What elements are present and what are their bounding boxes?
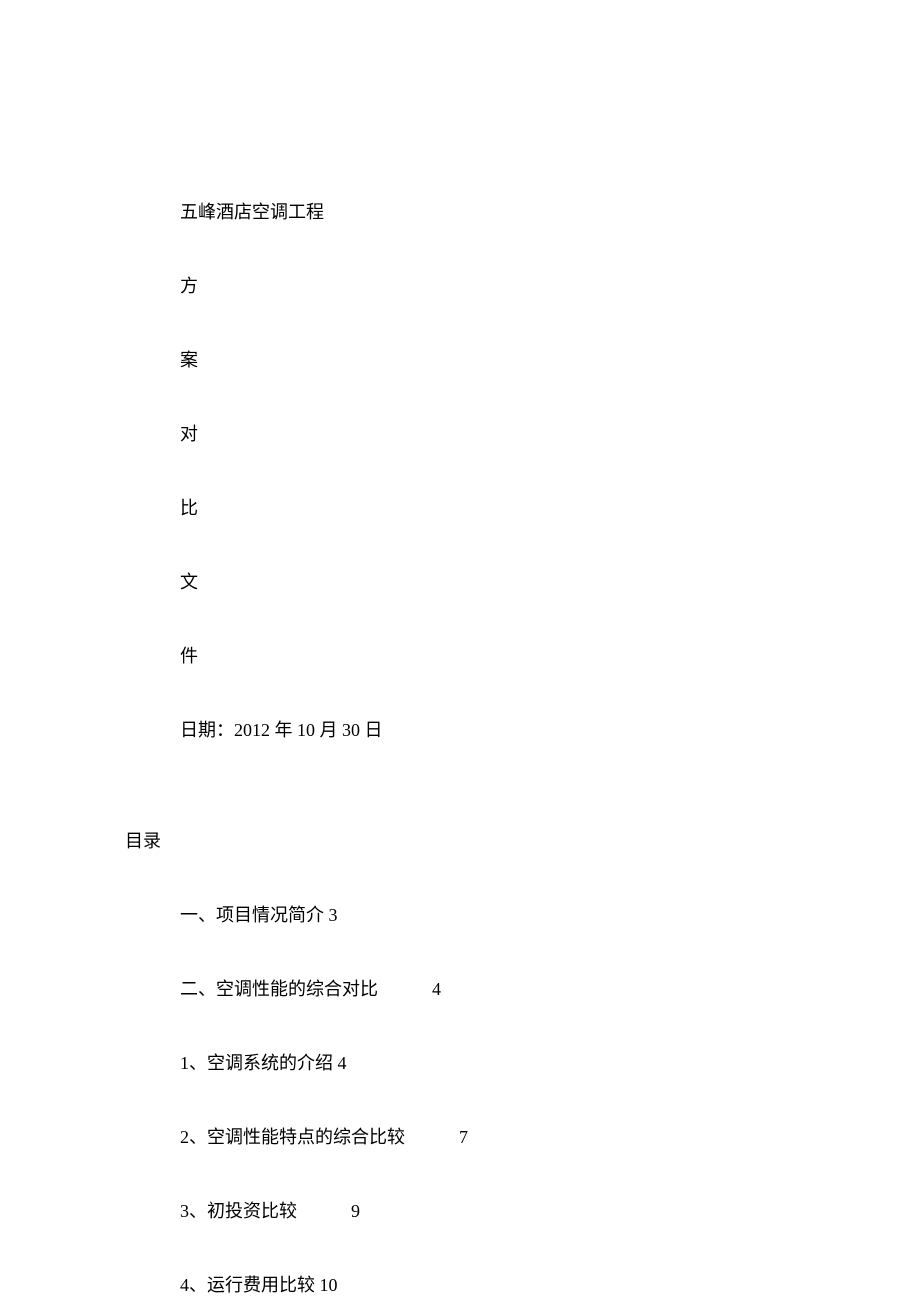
toc-item-1: 一、项目情况简介 3 — [180, 901, 920, 927]
toc-pagenum-1: 3 — [329, 905, 338, 926]
toc-pagenum-6: 10 — [320, 1275, 338, 1296]
vertical-char-2: 对 — [180, 420, 920, 446]
toc-text-4: 2、空调性能特点的综合比较 — [180, 1127, 405, 1147]
toc-item-3: 1、空调系统的介绍 4 — [180, 1049, 920, 1075]
document-content: 五峰酒店空调工程 方 案 对 比 文 件 日期：2012 年 10 月 30 日… — [0, 0, 920, 1297]
toc-header: 目录 — [125, 827, 920, 853]
vertical-char-1: 案 — [180, 346, 920, 372]
project-title: 五峰酒店空调工程 — [180, 198, 920, 224]
vertical-char-0: 方 — [180, 272, 920, 298]
vertical-char-5: 件 — [180, 642, 920, 668]
toc-pagenum-3: 4 — [338, 1053, 347, 1074]
toc-pagenum-4: 7 — [459, 1127, 468, 1148]
toc-pagenum-2: 4 — [432, 979, 441, 1000]
vertical-char-3: 比 — [180, 494, 920, 520]
toc-text-3: 1、空调系统的介绍 — [180, 1053, 333, 1073]
toc-text-5: 3、初投资比较 — [180, 1201, 297, 1221]
toc-pagenum-5: 9 — [351, 1201, 360, 1222]
toc-text-6: 4、运行费用比较 — [180, 1275, 315, 1295]
vertical-char-4: 文 — [180, 568, 920, 594]
toc-item-4: 2、空调性能特点的综合比较 7 — [180, 1123, 920, 1149]
toc-item-5: 3、初投资比较 9 — [180, 1197, 920, 1223]
toc-text-2: 二、空调性能的综合对比 — [180, 979, 378, 999]
date-line: 日期：2012 年 10 月 30 日 — [180, 716, 920, 742]
toc-text-1: 一、项目情况简介 — [180, 905, 324, 925]
toc-item-6: 4、运行费用比较 10 — [180, 1271, 920, 1297]
date-label: 日期： — [180, 720, 234, 740]
toc-item-2: 二、空调性能的综合对比 4 — [180, 975, 920, 1001]
date-value: 2012 年 10 月 30 日 — [234, 720, 383, 740]
